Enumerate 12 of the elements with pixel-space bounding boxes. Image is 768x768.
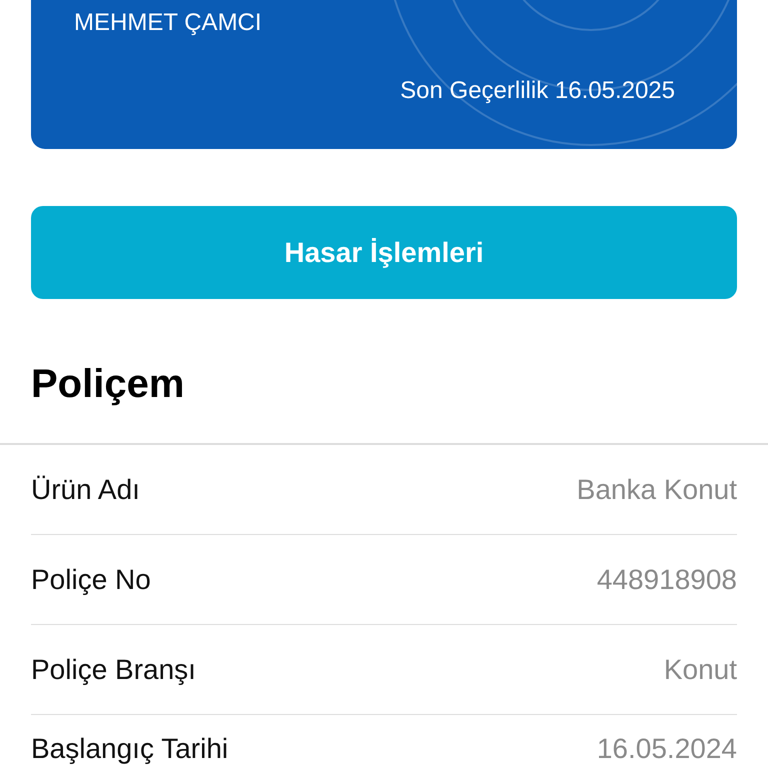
detail-label: Poliçe Branşı [31, 654, 196, 686]
detail-value: 448918908 [596, 564, 737, 596]
card-expiry: Son Geçerlilik 16.05.2025 [400, 77, 675, 105]
detail-value: Konut [664, 654, 737, 686]
detail-value: 16.05.2024 [596, 733, 737, 765]
detail-label: Poliçe No [31, 564, 151, 596]
detail-value: Banka Konut [576, 474, 737, 506]
claims-button[interactable]: Hasar İşlemleri [31, 206, 737, 299]
detail-label: Ürün Adı [31, 474, 140, 506]
section-title: Poliçem [31, 361, 186, 408]
detail-label: Başlangıç Tarihi [31, 733, 228, 765]
card-holder-name: MEHMET ÇAMCI [74, 9, 262, 37]
